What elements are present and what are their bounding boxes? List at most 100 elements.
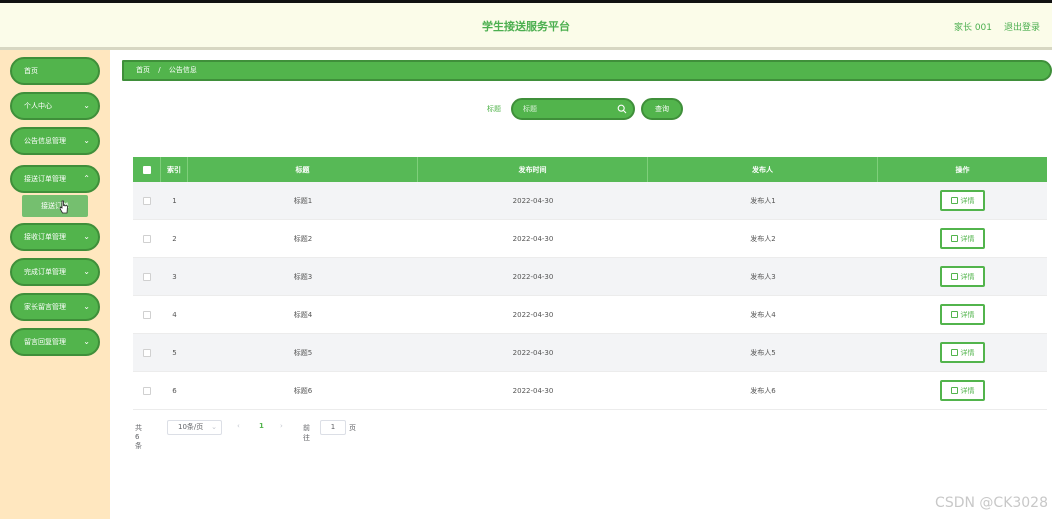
row-select-cell: [133, 372, 161, 409]
document-icon: [950, 311, 958, 318]
sidebar-item-pickup-order-management[interactable]: 接送订单管理 ⌃: [10, 165, 100, 193]
current-user: 家长 001: [953, 23, 992, 33]
sidebar-item-received-order-management[interactable]: 接收订单管理 ⌄: [10, 223, 100, 251]
sidebar-item-label: 接收订单管理: [24, 233, 66, 241]
logout-link[interactable]: 退出登录: [1004, 20, 1040, 33]
detail-button[interactable]: 详情: [940, 342, 985, 363]
row-checkbox[interactable]: [143, 272, 151, 281]
sidebar-item-notice-management[interactable]: 公告信息管理 ⌄: [10, 127, 100, 155]
page-number-current[interactable]: 1: [259, 422, 264, 430]
cell-title: 标题5: [293, 348, 313, 357]
sidebar-item-personal-center[interactable]: 个人中心 ⌄: [10, 92, 100, 120]
detail-button[interactable]: 详情: [940, 266, 985, 287]
sidebar-item-parent-message-management[interactable]: 家长留言管理 ⌄: [10, 293, 100, 321]
detail-button-label: 详情: [960, 310, 975, 319]
app-window: 学生接送服务平台 家长 001 退出登录 首页 个人中心 ⌄ 公告信息管理 ⌄ …: [0, 0, 1052, 519]
detail-button[interactable]: 详情: [940, 304, 985, 325]
cell-index: 6: [172, 386, 177, 395]
cell-date: 2022-04-30: [512, 272, 554, 281]
cell-author: 发布人3: [750, 272, 776, 281]
goto-label: 前往: [303, 424, 310, 442]
cell-author: 发布人2: [750, 234, 776, 243]
chevron-down-icon: ⌄: [83, 136, 90, 145]
cell-action: 详情: [878, 182, 1047, 219]
chevron-down-icon: ⌄: [83, 232, 90, 241]
row-checkbox[interactable]: [143, 196, 151, 205]
cell-action: 详情: [878, 220, 1047, 257]
breadcrumb-separator: /: [158, 66, 161, 74]
breadcrumb: 首页 / 公告信息: [122, 60, 1052, 81]
document-icon: [950, 387, 958, 394]
cell-author: 发布人6: [750, 386, 776, 395]
cell-title: 标题3: [293, 272, 313, 281]
sidebar-item-home[interactable]: 首页: [10, 57, 100, 85]
goto-page-input[interactable]: 1: [320, 420, 346, 435]
sidebar-item-label: 接送订单管理: [24, 175, 66, 183]
cell-title: 标题4: [293, 310, 313, 319]
breadcrumb-current: 公告信息: [168, 66, 197, 74]
row-checkbox[interactable]: [143, 386, 151, 395]
cell-author: 发布人4: [750, 310, 776, 319]
column-header-action: 操作: [955, 165, 970, 174]
page-unit-label: 页: [349, 424, 356, 432]
sidebar-item-label: 留言回复管理: [24, 338, 66, 346]
cell-action: 详情: [878, 334, 1047, 371]
cell-index: 1: [172, 196, 177, 205]
detail-button[interactable]: 详情: [940, 228, 985, 249]
table-row: 3 标题3 2022-04-30 发布人3 详情: [133, 258, 1047, 296]
table-row: 5 标题5 2022-04-30 发布人5 详情: [133, 334, 1047, 372]
sidebar: 首页 个人中心 ⌄ 公告信息管理 ⌄ 接送订单管理 ⌃ 接送订单 接收订单管理 …: [0, 50, 110, 519]
search-input[interactable]: [523, 102, 618, 116]
table-row: 6 标题6 2022-04-30 发布人6 详情: [133, 372, 1047, 410]
sidebar-item-reply-management[interactable]: 留言回复管理 ⌄: [10, 328, 100, 356]
table-header: 索引 标题 发布时间 发布人 操作: [133, 157, 1047, 182]
cell-title: 标题2: [293, 234, 313, 243]
prev-page-button[interactable]: ‹: [237, 422, 240, 430]
app-title: 学生接送服务平台: [482, 20, 570, 33]
detail-button-label: 详情: [960, 196, 975, 205]
cell-date: 2022-04-30: [512, 348, 554, 357]
document-icon: [950, 349, 958, 356]
row-checkbox[interactable]: [143, 348, 151, 357]
next-page-button[interactable]: ›: [280, 422, 283, 430]
sidebar-item-label: 首页: [24, 67, 38, 75]
breadcrumb-home[interactable]: 首页: [136, 66, 150, 74]
cell-date: 2022-04-30: [512, 386, 554, 395]
row-select-cell: [133, 334, 161, 371]
detail-button[interactable]: 详情: [940, 380, 985, 401]
row-select-cell: [133, 182, 161, 219]
search-bar: 标题 查询: [110, 98, 1052, 122]
table-row: 2 标题2 2022-04-30 发布人2 详情: [133, 220, 1047, 258]
column-header-date: 发布时间: [418, 157, 648, 182]
detail-button[interactable]: 详情: [940, 190, 985, 211]
cell-author: 发布人1: [750, 196, 776, 205]
top-header: 学生接送服务平台 家长 001 退出登录: [0, 0, 1052, 50]
document-icon: [950, 197, 958, 204]
sidebar-item-label: 个人中心: [24, 102, 52, 110]
select-all-checkbox[interactable]: [142, 165, 151, 174]
search-icon[interactable]: [617, 104, 627, 114]
sidebar-item-completed-order-management[interactable]: 完成订单管理 ⌄: [10, 258, 100, 286]
sidebar-item-label: 家长留言管理: [24, 303, 66, 311]
pagination-total: 共 6 条: [135, 424, 142, 450]
query-button[interactable]: 查询: [641, 98, 683, 120]
sidebar-subitem-pickup-order[interactable]: 接送订单: [22, 195, 88, 217]
sidebar-item-label: 公告信息管理: [24, 137, 66, 145]
cell-index: 4: [172, 310, 177, 319]
document-icon: [950, 273, 958, 280]
page-size-select[interactable]: 10条/页 ⌄: [167, 420, 222, 435]
row-select-cell: [133, 258, 161, 295]
search-label: 标题: [487, 105, 501, 113]
sidebar-item-label: 完成订单管理: [24, 268, 66, 276]
chevron-down-icon: ⌄: [83, 337, 90, 346]
table-row: 1 标题1 2022-04-30 发布人1 详情: [133, 182, 1047, 220]
row-checkbox[interactable]: [143, 310, 151, 319]
column-header-author: 发布人: [648, 157, 878, 182]
row-select-cell: [133, 296, 161, 333]
row-checkbox[interactable]: [143, 234, 151, 243]
hand-cursor-icon: [59, 200, 68, 214]
table-row: 4 标题4 2022-04-30 发布人4 详情: [133, 296, 1047, 334]
page-size-value: 10条/页: [178, 423, 204, 431]
chevron-up-icon: ⌃: [83, 174, 90, 183]
detail-button-label: 详情: [960, 272, 975, 281]
